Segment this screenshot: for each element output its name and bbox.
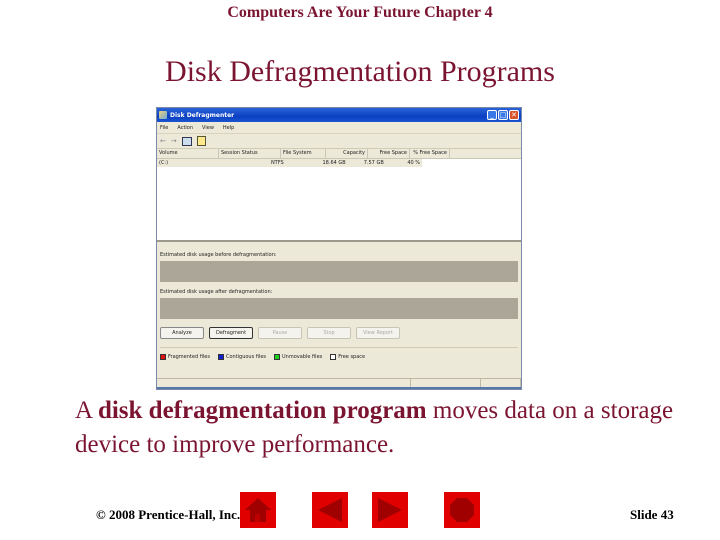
status-bar: [157, 378, 521, 389]
body-key-term: disk defragmentation program: [97, 397, 427, 424]
window-titlebar[interactable]: Disk Defragmenter _ □ ✕: [157, 108, 521, 122]
col-free-space[interactable]: Free Space: [368, 149, 410, 158]
unmovable-swatch: [274, 354, 281, 360]
pause-button[interactable]: Pause: [258, 327, 302, 339]
home-button[interactable]: [240, 492, 276, 528]
cell-free: 7.57 GB: [363, 160, 384, 166]
volume-list: Volume Session Status File System Capaci…: [157, 149, 521, 242]
status-pane-2: [411, 379, 481, 387]
properties-icon[interactable]: [196, 136, 206, 146]
stop-button[interactable]: Stop: [307, 327, 351, 339]
minimize-button[interactable]: _: [487, 110, 497, 120]
col-volume[interactable]: Volume: [157, 149, 219, 158]
slide-body-text: A disk defragmentation program moves dat…: [75, 394, 695, 462]
slide-header: Computers Are Your Future Chapter 4: [227, 4, 493, 21]
status-pane-3: [481, 379, 521, 387]
menu-bar: File Action View Help: [157, 122, 521, 134]
home-icon: [245, 498, 271, 522]
close-button[interactable]: ✕: [509, 110, 519, 120]
column-headers: Volume Session Status File System Capaci…: [157, 149, 521, 159]
legend: Fragmented files Contiguous files Unmova…: [160, 354, 518, 360]
previous-button[interactable]: [312, 492, 348, 528]
before-usage-bar: [160, 261, 518, 282]
legend-unmovable: Unmovable files: [282, 354, 323, 360]
free-space-swatch: [330, 354, 337, 360]
menu-view[interactable]: View: [202, 125, 214, 131]
after-label: Estimated disk usage after defragmentati…: [160, 289, 273, 295]
legend-free-space: Free space: [338, 354, 366, 360]
col-file-system[interactable]: File System: [281, 149, 326, 158]
end-button[interactable]: [444, 492, 480, 528]
col-capacity[interactable]: Capacity: [326, 149, 368, 158]
fragmented-swatch: [160, 354, 166, 360]
forward-arrow-icon[interactable]: →: [171, 137, 177, 145]
slide-number: Slide 43: [630, 507, 674, 522]
disk-defragmenter-window: Disk Defragmenter _ □ ✕ File Action View…: [156, 107, 522, 390]
menu-action[interactable]: Action: [177, 125, 193, 131]
legend-contiguous: Contiguous files: [225, 354, 267, 360]
col-session-status[interactable]: Session Status: [219, 149, 281, 158]
table-row[interactable]: (C:) NTFS 18.64 GB 7.57 GB 40 %: [157, 159, 422, 167]
stop-octagon-icon: [450, 498, 474, 522]
before-label: Estimated disk usage before defragmentat…: [160, 252, 277, 258]
contiguous-swatch: [217, 354, 224, 360]
col-pct-free[interactable]: % Free Space: [410, 149, 450, 158]
window-title: Disk Defragmenter: [170, 111, 235, 119]
cell-filesystem: NTFS: [270, 160, 284, 166]
status-pane-1: [157, 379, 411, 387]
divider: [160, 347, 518, 348]
view-report-button[interactable]: View Report: [356, 327, 400, 339]
body-prefix: A: [75, 397, 98, 424]
analysis-panel: Estimated disk usage before defragmentat…: [157, 242, 521, 360]
next-arrow-icon: [378, 498, 402, 522]
cell-capacity: 18.64 GB: [322, 160, 346, 166]
cell-pct-free: 40 %: [407, 160, 421, 166]
app-icon: [159, 111, 167, 119]
previous-arrow-icon: [318, 498, 342, 522]
maximize-button[interactable]: □: [498, 110, 508, 120]
analyze-button[interactable]: Analyze: [160, 327, 204, 339]
legend-fragmented: Fragmented files: [168, 354, 210, 360]
menu-file[interactable]: File: [160, 125, 168, 131]
defragment-button[interactable]: Defragment: [209, 327, 253, 339]
back-arrow-icon[interactable]: ←: [160, 137, 166, 145]
toolbar: ← →: [157, 134, 521, 149]
next-button[interactable]: [372, 492, 408, 528]
copyright: © 2008 Prentice-Hall, Inc.: [96, 507, 241, 522]
menu-help[interactable]: Help: [223, 125, 234, 131]
slide-title: Disk Defragmentation Programs: [165, 55, 555, 88]
show-hide-console-icon[interactable]: [181, 136, 192, 146]
cell-volume: (C:): [159, 160, 169, 166]
after-usage-bar: [160, 298, 518, 319]
